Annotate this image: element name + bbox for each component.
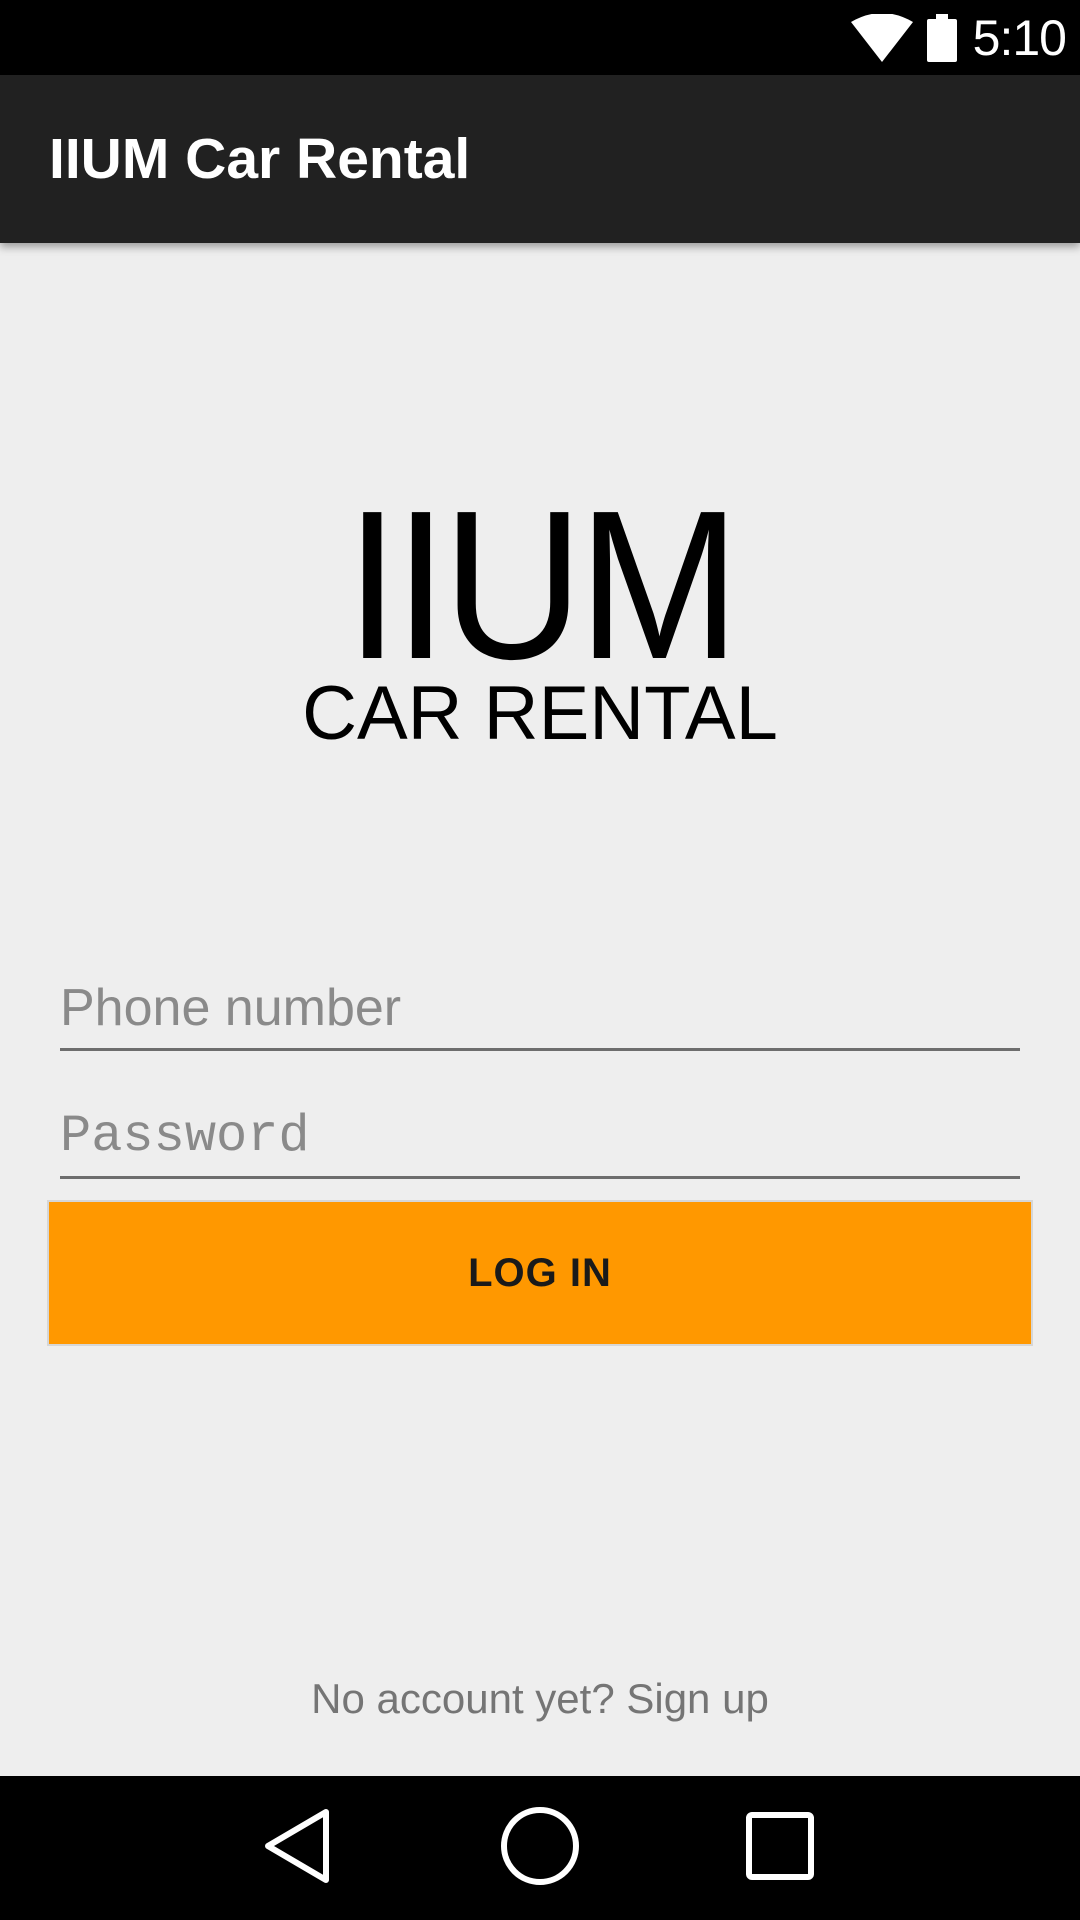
app-bar: IIUM Car Rental	[0, 75, 1080, 243]
app-title: IIUM Car Rental	[49, 127, 471, 191]
status-bar: 5:10	[0, 0, 1080, 75]
login-screen: 5:10 IIUM Car Rental IIUM CAR RENTAL LOG…	[0, 0, 1080, 1920]
home-button[interactable]	[470, 1776, 610, 1920]
recents-icon	[745, 1811, 815, 1886]
home-icon	[499, 1805, 581, 1892]
battery-icon	[926, 13, 957, 62]
signup-link[interactable]: No account yet? Sign up	[0, 1675, 1080, 1723]
logo-main-text: IIUM	[345, 466, 740, 703]
recents-button[interactable]	[710, 1776, 850, 1920]
password-input[interactable]	[60, 1096, 1020, 1176]
navigation-bar	[0, 1776, 1080, 1920]
app-logo: IIUM CAR RENTAL	[0, 466, 1080, 754]
login-button[interactable]: LOG IN	[47, 1200, 1033, 1346]
password-field[interactable]	[60, 1096, 1020, 1179]
wifi-icon	[850, 13, 913, 62]
back-icon	[262, 1806, 334, 1891]
phone-number-field[interactable]	[60, 968, 1020, 1051]
status-icons: 5:10	[850, 0, 1067, 75]
status-time: 5:10	[972, 9, 1067, 66]
phone-number-input[interactable]	[60, 968, 1020, 1048]
login-button-label: LOG IN	[468, 1250, 612, 1295]
back-button[interactable]	[228, 1776, 368, 1920]
